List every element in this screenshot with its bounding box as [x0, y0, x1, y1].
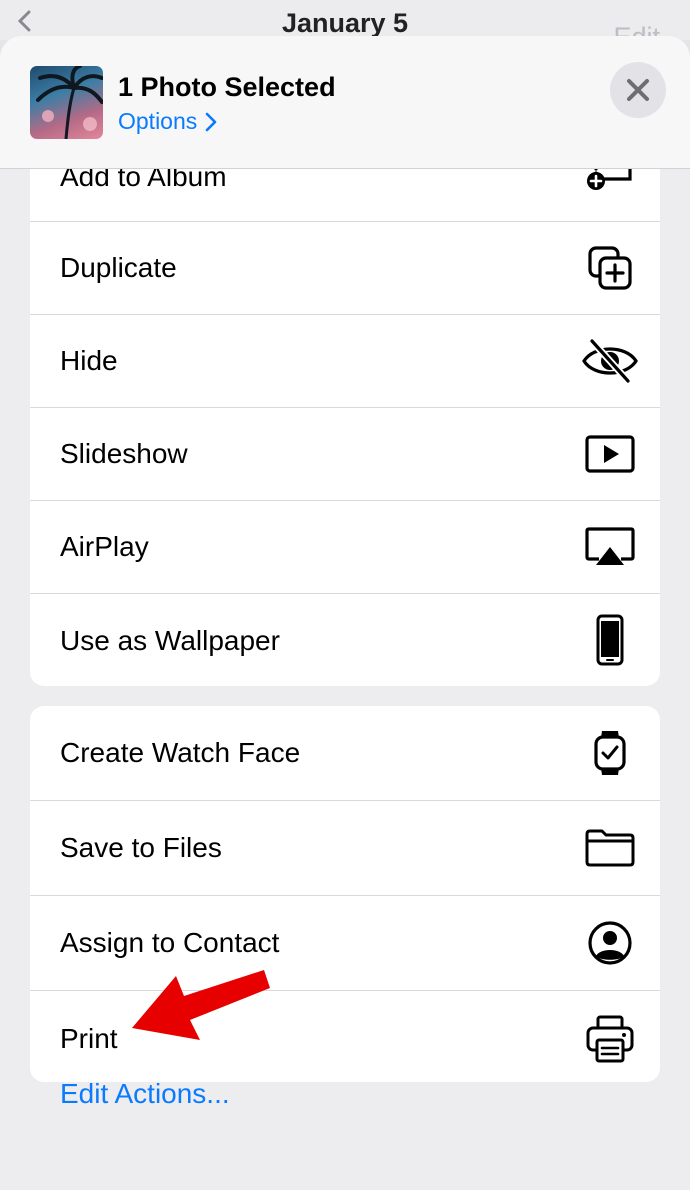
airplay-icon — [582, 519, 638, 575]
action-label: Duplicate — [60, 252, 177, 283]
iphone-icon — [582, 613, 638, 669]
action-slideshow[interactable]: Slideshow — [30, 408, 660, 501]
action-use-as-wallpaper[interactable]: Use as Wallpaper — [30, 594, 660, 686]
printer-icon — [582, 1011, 638, 1067]
action-label: Slideshow — [60, 438, 188, 469]
sheet-header: 1 Photo Selected Options — [0, 36, 690, 169]
action-label: Hide — [60, 345, 118, 376]
actions-group-primary: Add to Album Duplicate Hide Slideshow Ai… — [30, 126, 660, 686]
folder-icon — [582, 820, 638, 876]
action-label: AirPlay — [60, 531, 149, 562]
options-label: Options — [118, 108, 198, 134]
action-label: Use as Wallpaper — [60, 624, 280, 656]
header-title: 1 Photo Selected — [118, 72, 336, 102]
action-duplicate[interactable]: Duplicate — [30, 222, 660, 315]
background-title: January 5 — [281, 8, 409, 38]
action-hide[interactable]: Hide — [30, 315, 660, 408]
eye-slash-icon — [582, 333, 638, 389]
share-sheet: 1 Photo Selected Options Add to Album Du… — [0, 36, 690, 1190]
chevron-right-icon — [205, 112, 217, 131]
background-nav-bar: January 5 Edit — [0, 0, 690, 52]
close-icon — [627, 79, 649, 101]
annotation-arrow — [132, 970, 270, 1040]
watch-icon — [582, 725, 638, 781]
close-button[interactable] — [610, 62, 666, 118]
action-label: Save to Files — [60, 832, 222, 863]
action-label: Assign to Contact — [60, 927, 280, 958]
action-label: Create Watch Face — [60, 737, 301, 768]
options-link[interactable]: Options — [118, 108, 217, 135]
action-label: Print — [60, 1022, 118, 1054]
photo-thumbnail — [30, 66, 103, 139]
edit-actions-link[interactable]: Edit Actions... — [60, 1078, 230, 1110]
duplicate-icon — [582, 240, 638, 296]
action-create-watch-face[interactable]: Create Watch Face — [30, 706, 660, 801]
play-rectangle-icon — [582, 426, 638, 482]
action-save-to-files[interactable]: Save to Files — [30, 801, 660, 896]
action-airplay[interactable]: AirPlay — [30, 501, 660, 594]
person-circle-icon — [582, 915, 638, 971]
